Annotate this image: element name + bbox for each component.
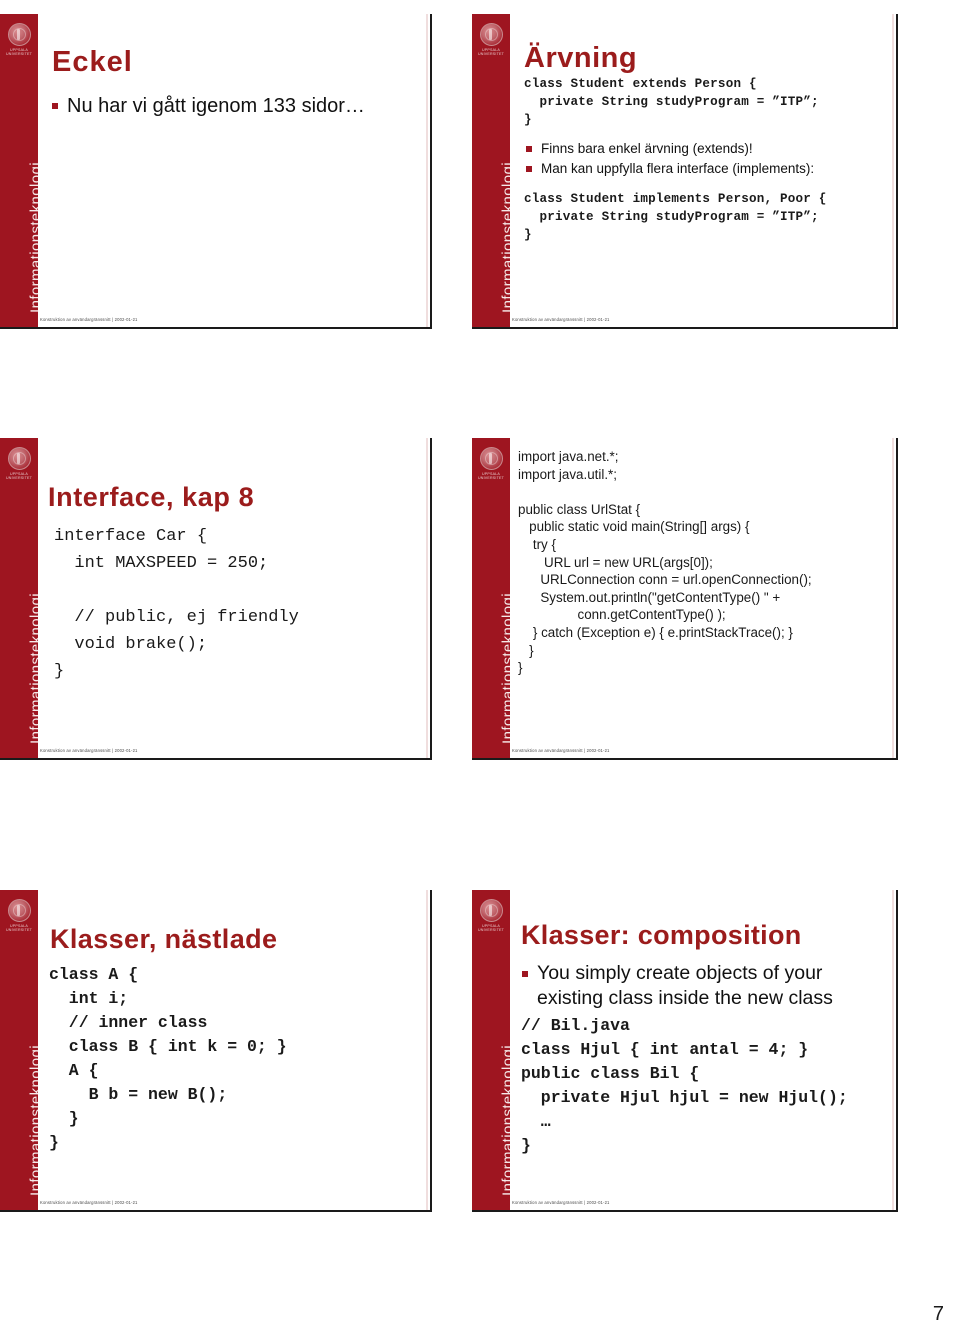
slide-footer: Konstruktion av användargränssnitt | 200…: [40, 1200, 138, 1205]
slide-sidebar: UPPSALA UNIVERSITET Informationsteknolog…: [472, 14, 510, 327]
university-seal-icon: [7, 899, 31, 922]
slide-title: Eckel: [52, 46, 133, 78]
logo-caption-line2: UNIVERSITET: [478, 476, 504, 481]
handout-page: UPPSALA UNIVERSITET Informationsteknolog…: [0, 0, 960, 1340]
logo-caption: UPPSALA UNIVERSITET: [473, 48, 509, 57]
code-block-composition: // Bil.java class Hjul { int antal = 4; …: [521, 1015, 848, 1155]
sidebar-vertical-label: Informationsteknologi: [27, 162, 39, 313]
bullet-item: Nu har vi gått igenom 133 sidor…: [50, 93, 426, 120]
slide-sidebar: UPPSALA UNIVERSITET Informationsteknolog…: [472, 438, 510, 758]
slide-urlstat: UPPSALA UNIVERSITET Informationsteknolog…: [472, 438, 898, 760]
uppsala-university-logo: UPPSALA UNIVERSITET: [473, 447, 509, 481]
university-seal-icon: [7, 447, 31, 470]
uppsala-university-logo: UPPSALA UNIVERSITET: [1, 899, 37, 933]
logo-caption-line2: UNIVERSITET: [6, 476, 32, 481]
logo-caption: UPPSALA UNIVERSITET: [473, 924, 509, 933]
slide-klasser-composition: UPPSALA UNIVERSITET Informationsteknolog…: [472, 890, 898, 1212]
slide-footer: Konstruktion av användargränssnitt | 200…: [512, 317, 610, 322]
slide-footer: Konstruktion av användargränssnitt | 200…: [512, 1200, 610, 1205]
bullet-item: Finns bara enkel ärvning (extends)!: [524, 139, 892, 159]
university-seal-icon: [479, 23, 503, 46]
uppsala-university-logo: UPPSALA UNIVERSITET: [1, 23, 37, 57]
sidebar-vertical-label: Informationsteknologi: [27, 1045, 39, 1196]
logo-caption: UPPSALA UNIVERSITET: [1, 48, 37, 57]
bullet-item: Man kan uppfylla flera interface (implem…: [524, 159, 892, 179]
slide-sidebar: UPPSALA UNIVERSITET Informationsteknolog…: [0, 890, 38, 1210]
slide-body: Ärvning class Student extends Person { p…: [510, 14, 892, 327]
slide-sidebar: UPPSALA UNIVERSITET Informationsteknolog…: [0, 438, 38, 758]
slide-body: Interface, kap 8 interface Car { int MAX…: [38, 438, 426, 758]
slide-footer: Konstruktion av användargränssnitt | 200…: [512, 748, 610, 753]
sidebar-vertical-label: Informationsteknologi: [499, 593, 511, 744]
logo-caption-line2: UNIVERSITET: [478, 928, 504, 933]
logo-caption: UPPSALA UNIVERSITET: [1, 924, 37, 933]
logo-caption-line2: UNIVERSITET: [478, 52, 504, 57]
slide-title: Interface, kap 8: [48, 482, 255, 512]
logo-caption: UPPSALA UNIVERSITET: [473, 472, 509, 481]
bullet-list: Nu har vi gått igenom 133 sidor…: [50, 93, 426, 120]
uppsala-university-logo: UPPSALA UNIVERSITET: [1, 447, 37, 481]
university-seal-icon: [479, 899, 503, 922]
slide-sidebar: UPPSALA UNIVERSITET Informationsteknolog…: [472, 890, 510, 1210]
slide-title: Klasser: composition: [521, 920, 802, 950]
slide-title: Ärvning: [524, 42, 638, 74]
sidebar-vertical-label: Informationsteknologi: [499, 162, 511, 313]
slide-body: import java.net.*; import java.util.*; p…: [510, 438, 892, 758]
logo-caption-line2: UNIVERSITET: [6, 928, 32, 933]
bullet-list: Finns bara enkel ärvning (extends)! Man …: [524, 139, 892, 180]
slide-eckel: UPPSALA UNIVERSITET Informationsteknolog…: [0, 14, 432, 329]
code-block-interface-car: interface Car { int MAXSPEED = 250; // p…: [54, 527, 299, 681]
university-seal-icon: [479, 447, 503, 470]
slide-footer: Konstruktion av användargränssnitt | 200…: [40, 317, 138, 322]
uppsala-university-logo: UPPSALA UNIVERSITET: [473, 899, 509, 933]
slide-arvning: UPPSALA UNIVERSITET Informationsteknolog…: [472, 14, 898, 329]
slide-title: Klasser, nästlade: [50, 924, 278, 954]
page-number: 7: [932, 1303, 944, 1325]
sidebar-vertical-label: Informationsteknologi: [499, 1045, 511, 1196]
bullet-list: You simply create objects of your existi…: [520, 961, 892, 1012]
slide-body: Klasser: composition You simply create o…: [510, 890, 892, 1210]
code-block-extends: class Student extends Person { private S…: [524, 77, 819, 127]
university-seal-icon: [7, 23, 31, 46]
slide-interface-kap8: UPPSALA UNIVERSITET Informationsteknolog…: [0, 438, 432, 760]
slide-sidebar: UPPSALA UNIVERSITET Informationsteknolog…: [0, 14, 38, 327]
bullet-item: You simply create objects of your existi…: [520, 961, 892, 1012]
code-block-nested-classes: class A { int i; // inner class class B …: [49, 965, 287, 1152]
slide-body: Eckel Nu har vi gått igenom 133 sidor… K…: [38, 14, 426, 327]
uppsala-university-logo: UPPSALA UNIVERSITET: [473, 23, 509, 57]
logo-caption-line2: UNIVERSITET: [6, 52, 32, 57]
sidebar-vertical-label: Informationsteknologi: [27, 593, 39, 744]
logo-caption: UPPSALA UNIVERSITET: [1, 472, 37, 481]
code-block-implements: class Student implements Person, Poor { …: [524, 191, 827, 242]
slide-body: Klasser, nästlade class A { int i; // in…: [38, 890, 426, 1210]
slide-klasser-nastlade: UPPSALA UNIVERSITET Informationsteknolog…: [0, 890, 432, 1212]
slide-footer: Konstruktion av användargränssnitt | 200…: [40, 748, 138, 753]
code-block-urlstat: import java.net.*; import java.util.*; p…: [518, 449, 812, 676]
